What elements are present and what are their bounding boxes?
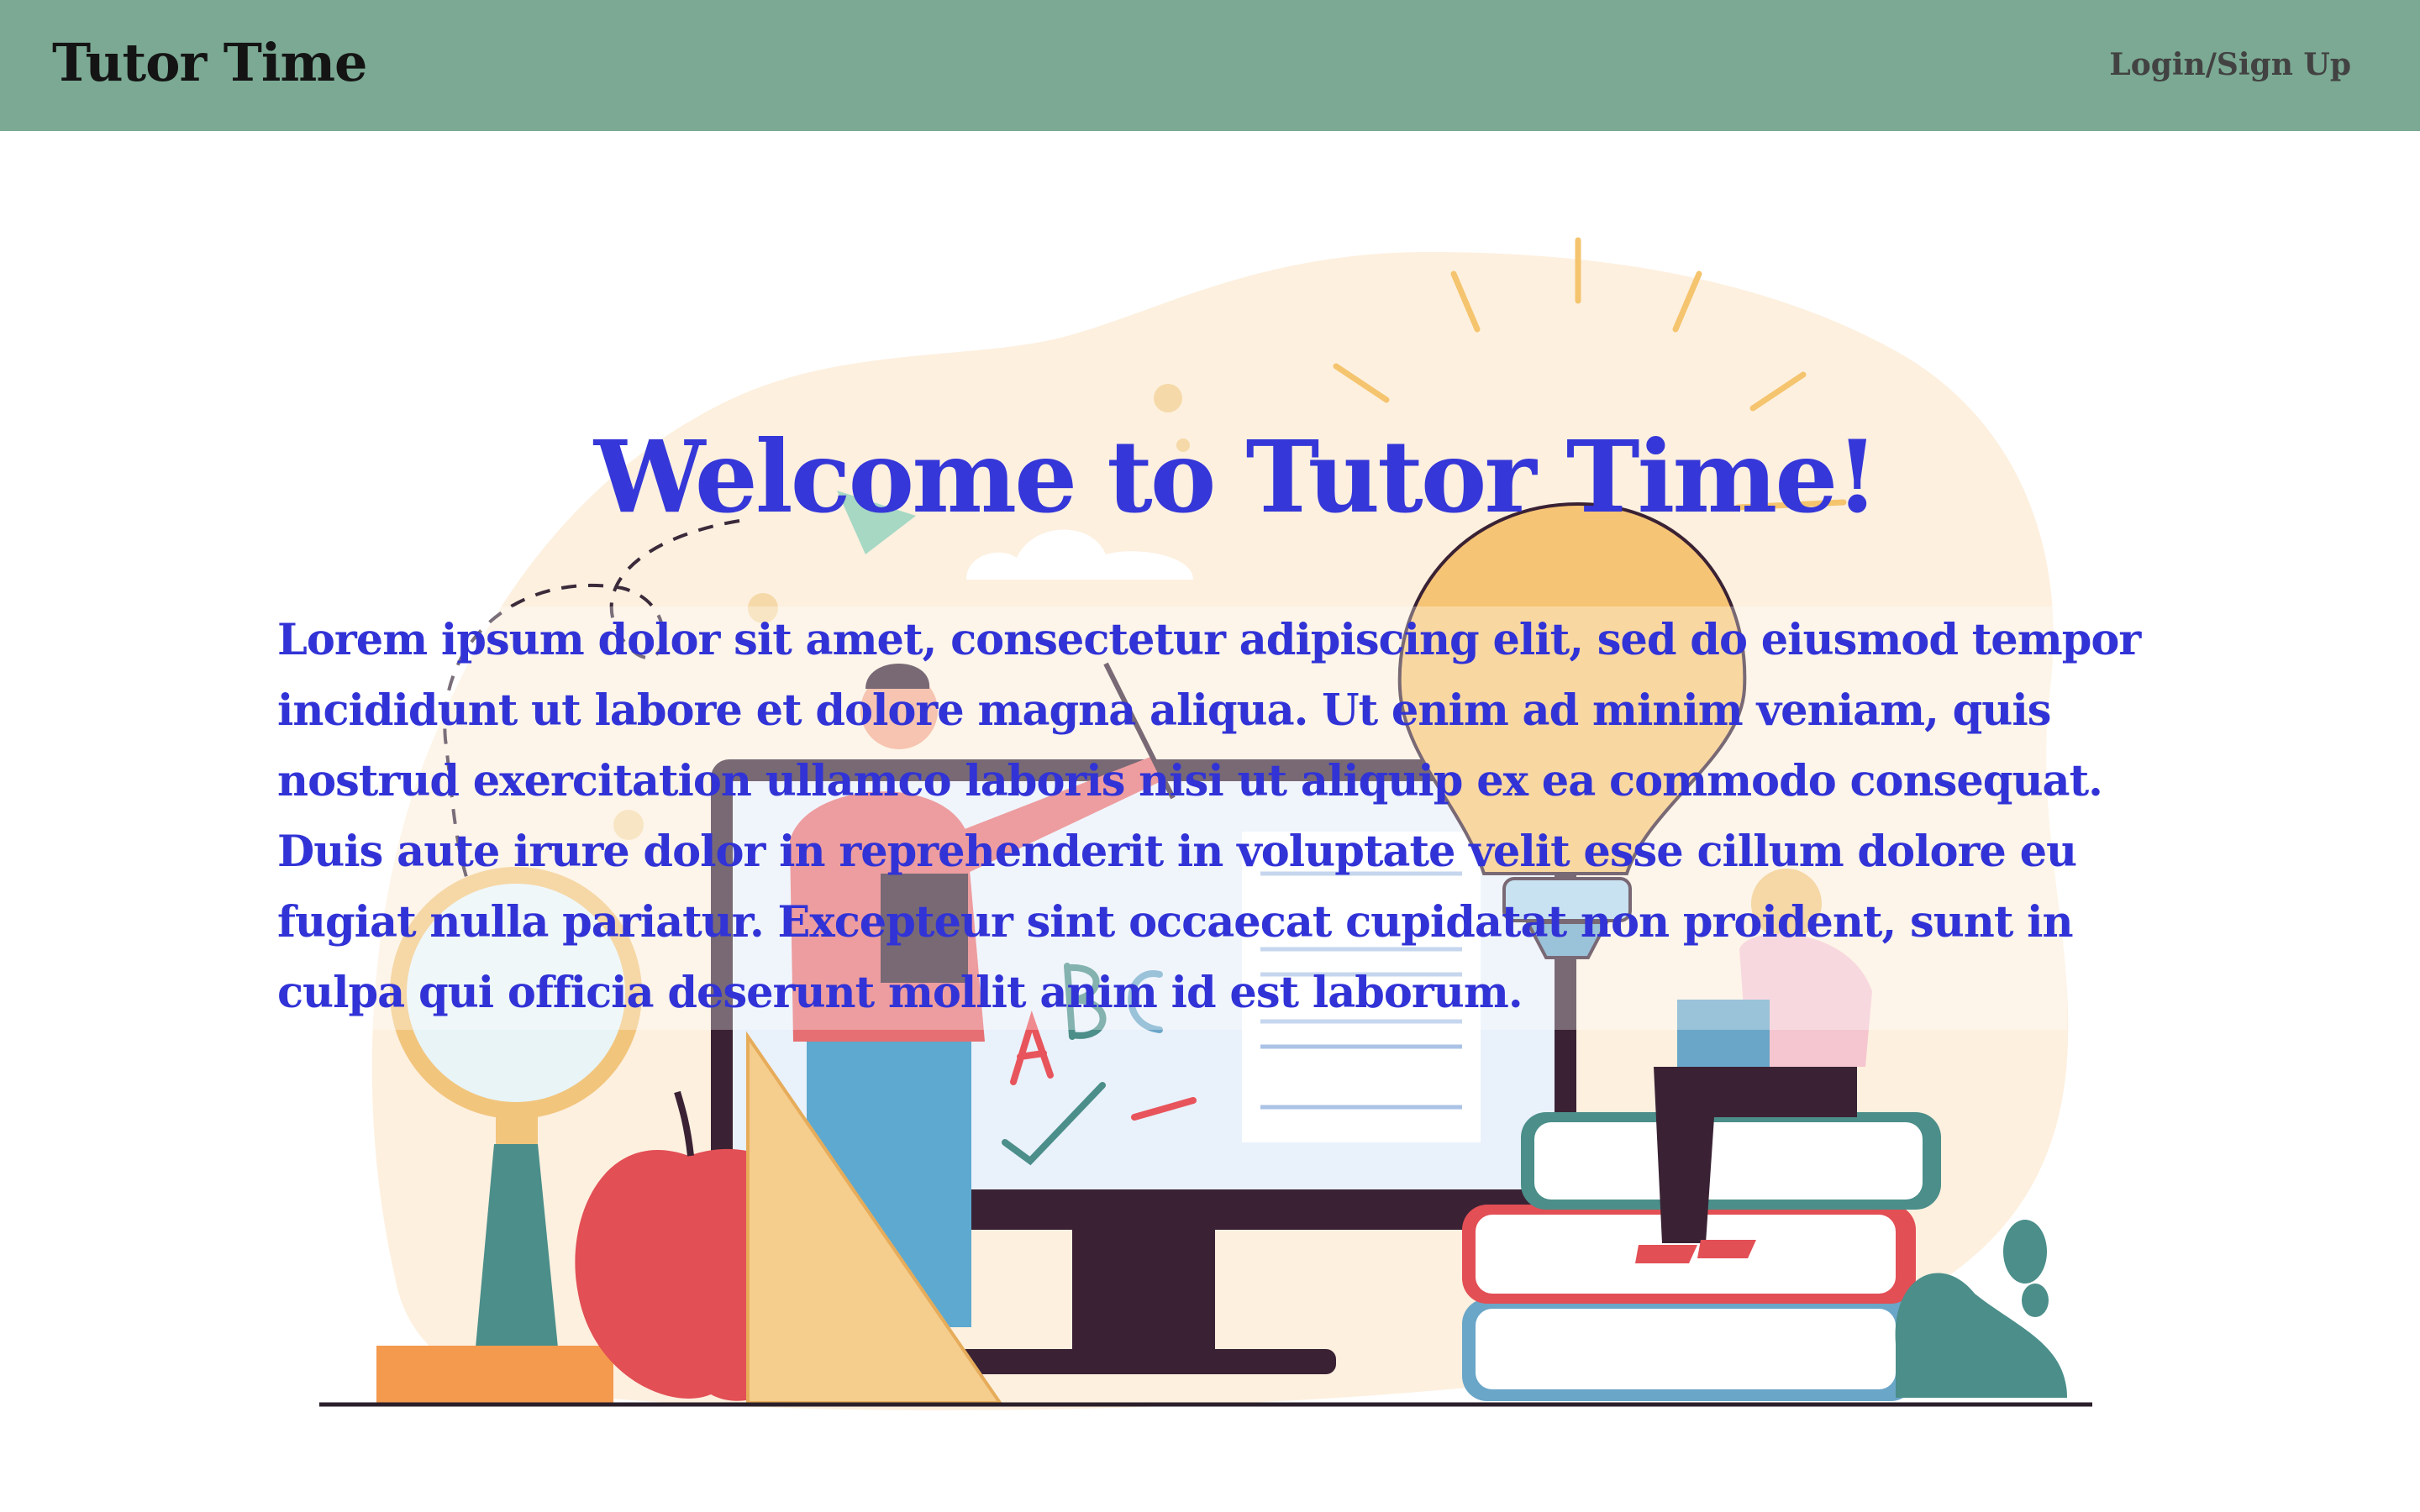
hero-description: Lorem ipsum dolor sit amet, consectetur … bbox=[277, 615, 2141, 1018]
ruler-icon bbox=[376, 1346, 613, 1404]
hero-title-text: Welcome to Tutor Time! bbox=[593, 418, 1879, 535]
hero-title: Welcome to Tutor Time! bbox=[0, 418, 2420, 535]
monitor-stand bbox=[1072, 1230, 1215, 1356]
hero-section: Welcome to Tutor Time! Lorem ipsum dolor… bbox=[0, 131, 2420, 1512]
login-signup-link[interactable]: Login/Sign Up bbox=[2109, 47, 2351, 82]
brand-logo-text[interactable]: Tutor Time bbox=[52, 32, 368, 93]
top-navbar: Tutor Time Login/Sign Up bbox=[0, 0, 2420, 131]
